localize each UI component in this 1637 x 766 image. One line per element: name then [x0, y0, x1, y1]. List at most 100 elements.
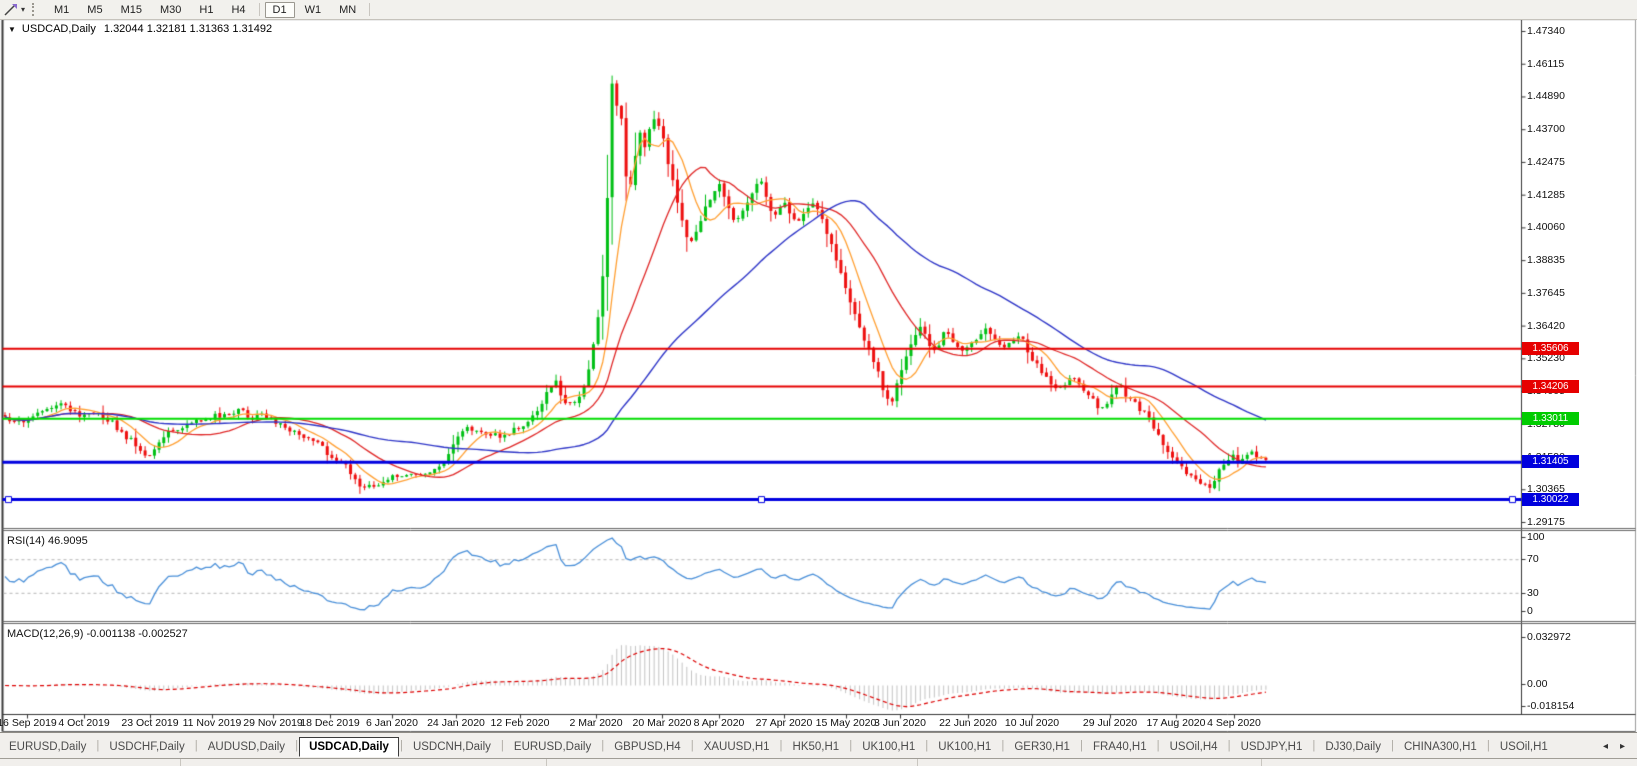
chart-tab-gbpusd-h4[interactable]: GBPUSD,H4 — [605, 738, 689, 756]
tab-separator: | — [1312, 740, 1315, 752]
price-tick-label: 1.46115 — [1527, 58, 1564, 70]
timeframe-button-M30[interactable]: M30 — [152, 2, 189, 18]
tab-separator: | — [1157, 740, 1160, 752]
chart-tab-usdcnh-daily[interactable]: USDCNH,Daily — [404, 738, 500, 756]
status-bar — [0, 758, 1637, 766]
price-tick-label: 1.40060 — [1527, 221, 1565, 233]
price-line-badge: 1.34206 — [1522, 380, 1579, 393]
chart-tab-hk50-h1[interactable]: HK50,H1 — [784, 738, 849, 756]
chart-tab-eurusd-daily[interactable]: EURUSD,Daily — [505, 738, 600, 756]
chart-tab-dj30-daily[interactable]: DJ30,Daily — [1316, 738, 1390, 756]
time-axis-label: 12 Feb 2020 — [491, 717, 550, 729]
time-axis-label: 23 Oct 2019 — [121, 717, 178, 729]
timeframe-buttons: M1M5M15M30H1H4 D1W1MN — [45, 2, 374, 18]
tab-separator: | — [400, 740, 403, 752]
price-line-badge: 1.35606 — [1522, 342, 1579, 355]
macd-level-label: -0.018154 — [1527, 700, 1574, 712]
chart-tab-uk100-h1[interactable]: UK100,H1 — [853, 738, 924, 756]
time-axis-label: 4 Sep 2020 — [1207, 717, 1261, 729]
timeframe-button-M15[interactable]: M15 — [113, 2, 150, 18]
timeframe-button-MN[interactable]: MN — [331, 2, 364, 18]
time-axis-label: 16 Sep 2019 — [0, 717, 57, 729]
timeframe-button-M5[interactable]: M5 — [79, 2, 110, 18]
timeframe-button-W1[interactable]: W1 — [297, 2, 330, 18]
tab-separator: | — [195, 740, 198, 752]
timeframe-toolbar: ▾ M1M5M15M30H1H4 D1W1MN — [0, 0, 1637, 20]
tab-separator: | — [96, 740, 99, 752]
price-tick-label: 1.37645 — [1527, 287, 1565, 299]
chart-tab-fra40-h1[interactable]: FRA40,H1 — [1084, 738, 1156, 756]
tab-separator: | — [925, 740, 928, 752]
toolbar-separator — [369, 3, 370, 16]
chart-tab-uk100-h1[interactable]: UK100,H1 — [929, 738, 1000, 756]
timeframe-button-D1[interactable]: D1 — [265, 2, 295, 18]
timeframe-button-H4[interactable]: H4 — [223, 2, 253, 18]
price-tick-label: 1.44890 — [1527, 90, 1565, 102]
time-axis-label: 8 Apr 2020 — [694, 717, 745, 729]
timeframe-button-H1[interactable]: H1 — [191, 2, 221, 18]
tab-scroll-right-icon[interactable]: ▸ — [1614, 739, 1631, 754]
tab-separator: | — [295, 740, 298, 752]
mt4-chart-window: ▾ M1M5M15M30H1H4 D1W1MN ▼ USDCAD,Daily 1.… — [0, 0, 1637, 766]
time-axis-label: 2 Mar 2020 — [569, 717, 622, 729]
tab-separator: | — [780, 740, 783, 752]
ohlc-values: 1.32044 1.32181 1.31363 1.31492 — [104, 23, 272, 35]
toolbar-grip[interactable] — [32, 3, 39, 16]
time-axis-label: 27 Apr 2020 — [756, 717, 813, 729]
macd-level-label: 0.032972 — [1527, 631, 1571, 643]
time-axis-label: 4 Oct 2019 — [58, 717, 109, 729]
chart-title: ▼ USDCAD,Daily 1.32044 1.32181 1.31363 1… — [8, 23, 272, 35]
time-axis-label: 29 Jul 2020 — [1083, 717, 1137, 729]
symbol-period-label: USDCAD,Daily — [22, 23, 96, 35]
timeframe-button-M1[interactable]: M1 — [46, 2, 77, 18]
chart-tab-usdcad-daily[interactable]: USDCAD,Daily — [299, 737, 399, 757]
price-tick-label: 1.42475 — [1527, 156, 1565, 168]
rsi-label: RSI(14) 46.9095 — [7, 535, 88, 547]
tab-scroll-left-icon[interactable]: ◂ — [1597, 739, 1614, 754]
chart-tab-audusd-daily[interactable]: AUDUSD,Daily — [199, 738, 294, 756]
chart-tab-xauusd-h1[interactable]: XAUUSD,H1 — [695, 738, 779, 756]
time-axis-label: 24 Jan 2020 — [427, 717, 485, 729]
price-line-badge: 1.31405 — [1522, 455, 1579, 468]
price-tick-label: 1.47340 — [1527, 25, 1565, 37]
rsi-level-label: 70 — [1527, 553, 1539, 565]
time-axis-label: 6 Jan 2020 — [366, 717, 418, 729]
status-cell — [1262, 759, 1637, 766]
macd-level-label: 0.00 — [1527, 678, 1547, 690]
status-cell — [181, 759, 547, 766]
tab-separator: | — [1228, 740, 1231, 752]
chart-tab-ger30-h1[interactable]: GER30,H1 — [1005, 738, 1079, 756]
time-axis-label: 18 Dec 2019 — [300, 717, 360, 729]
status-cell — [918, 759, 1262, 766]
rsi-level-label: 100 — [1527, 531, 1545, 543]
macd-label: MACD(12,26,9) -0.001138 -0.002527 — [7, 628, 188, 640]
toolbar-separator — [259, 3, 260, 16]
time-axis-label: 3 Jun 2020 — [874, 717, 926, 729]
dropdown-caret-icon[interactable]: ▾ — [21, 5, 25, 14]
tab-separator: | — [691, 740, 694, 752]
tab-separator: | — [1391, 740, 1394, 752]
tab-separator: | — [1001, 740, 1004, 752]
time-axis-label: 11 Nov 2019 — [183, 717, 242, 729]
tab-separator: | — [1080, 740, 1083, 752]
status-cell — [0, 759, 181, 766]
chart-tab-usoil-h4[interactable]: USOil,H4 — [1161, 738, 1227, 756]
price-tick-label: 1.38835 — [1527, 254, 1565, 266]
time-axis-label: 22 Jun 2020 — [939, 717, 997, 729]
collapse-caret-icon[interactable]: ▼ — [8, 25, 16, 34]
chart-tab-china300-h1[interactable]: CHINA300,H1 — [1395, 738, 1486, 756]
price-tick-label: 1.36420 — [1527, 320, 1565, 332]
time-axis-label: 20 Mar 2020 — [633, 717, 692, 729]
tab-scroll-arrows: ◂▸ — [1597, 739, 1631, 754]
line-tool-icon[interactable] — [2, 2, 20, 17]
tab-separator: | — [849, 740, 852, 752]
chart-tab-usoil-h1[interactable]: USOil,H1 — [1491, 738, 1557, 756]
chart-tab-usdjpy-h1[interactable]: USDJPY,H1 — [1232, 738, 1312, 756]
chart-tab-eurusd-daily[interactable]: EURUSD,Daily — [0, 738, 95, 756]
price-tick-label: 1.43700 — [1527, 123, 1565, 135]
chart-tab-usdchf-daily[interactable]: USDCHF,Daily — [100, 738, 193, 756]
price-chart-canvas[interactable] — [0, 0, 1637, 766]
rsi-level-label: 0 — [1527, 605, 1533, 617]
time-axis-label: 15 May 2020 — [816, 717, 877, 729]
chart-tab-bar: EURUSD,Daily|USDCHF,Daily|AUDUSD,Daily|U… — [0, 732, 1637, 759]
